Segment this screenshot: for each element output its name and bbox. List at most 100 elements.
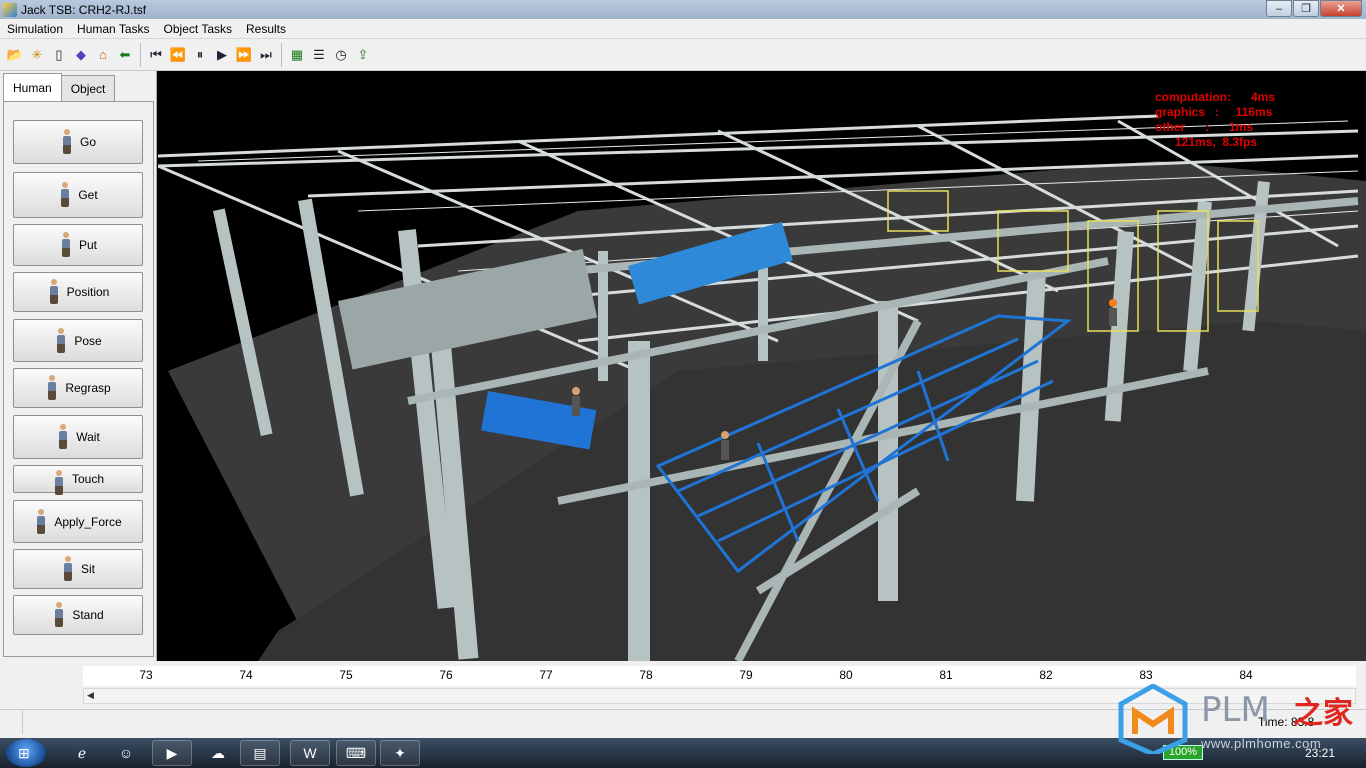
play-icon[interactable]: ▶ — [211, 43, 233, 67]
skip-to-start-icon[interactable]: ⏮ — [145, 43, 167, 67]
timeline-ruler[interactable]: 73 74 75 76 77 78 79 80 81 82 83 84 — [83, 666, 1356, 686]
toolbar-separator — [281, 42, 282, 67]
cmd-icon[interactable]: ⌨ — [336, 740, 376, 766]
go-button[interactable]: Go — [13, 120, 143, 164]
maximize-button[interactable]: ❐ — [1293, 0, 1319, 17]
media-icon[interactable]: ▶ — [152, 740, 192, 766]
close-button[interactable]: ✕ — [1320, 0, 1362, 17]
menu-simulation[interactable]: Simulation — [0, 22, 70, 36]
report-icon[interactable]: ☰ — [308, 43, 330, 67]
walking-figure-icon — [60, 129, 74, 155]
clock-icon[interactable]: ◷ — [330, 43, 352, 67]
task-tabs: Human Object — [3, 73, 116, 101]
menu-results[interactable]: Results — [239, 22, 293, 36]
standing-figure-icon — [56, 424, 70, 450]
position-label: Position — [66, 285, 110, 299]
tick-label: 78 — [639, 668, 653, 682]
standing-figure-icon — [52, 602, 66, 628]
plm-watermark: PLM 之家 www.plmhome.com — [1113, 684, 1366, 756]
stat-total: 121ms, 8.3fps — [1175, 135, 1258, 149]
task-panel: Human Object Go Get Put Position Pose Re… — [0, 71, 157, 661]
stand-button[interactable]: Stand — [13, 595, 143, 635]
tick-label: 73 — [139, 668, 153, 682]
tick-label: 74 — [239, 668, 253, 682]
wait-label: Wait — [76, 430, 100, 444]
open-folder-icon[interactable]: 📂 — [4, 43, 26, 67]
put-button[interactable]: Put — [13, 224, 143, 266]
regrasp-button[interactable]: Regrasp — [13, 368, 143, 408]
windows-logo-icon: ⊞ — [18, 745, 30, 761]
sit-label: Sit — [80, 562, 95, 576]
watermark-brand: PLM — [1201, 690, 1270, 730]
tick-label: 84 — [1239, 668, 1253, 682]
sit-button[interactable]: Sit — [13, 549, 143, 589]
cube-icon[interactable]: ◆ — [70, 43, 92, 67]
touch-label: Touch — [71, 472, 105, 486]
finder-icon[interactable]: ☺ — [106, 740, 146, 766]
blank-page-icon[interactable]: ▯ — [48, 43, 70, 67]
tick-label: 79 — [739, 668, 753, 682]
hand-grasp-icon — [45, 375, 59, 401]
jack-icon[interactable]: ✦ — [380, 740, 420, 766]
house-icon[interactable]: ⌂ — [92, 43, 114, 67]
toolbar-separator — [140, 42, 141, 67]
new-icon[interactable]: ✳ — [26, 43, 48, 67]
menu-object-tasks[interactable]: Object Tasks — [157, 22, 239, 36]
apply-force-button[interactable]: Apply_Force — [13, 500, 143, 543]
3d-viewport[interactable]: computation: 4ms graphics : 116ms other : … — [158, 71, 1366, 661]
word-icon[interactable]: W — [290, 740, 330, 766]
start-button[interactable]: ⊞ — [6, 739, 46, 767]
export-icon[interactable]: ⇪ — [352, 43, 374, 67]
stat-graphics: graphics : 116ms — [1155, 105, 1273, 119]
get-button[interactable]: Get — [13, 172, 143, 218]
wait-button[interactable]: Wait — [13, 415, 143, 459]
status-divider — [22, 710, 23, 734]
positioning-figure-icon — [47, 279, 61, 305]
plm-logo-icon — [1118, 684, 1188, 754]
tick-label: 80 — [839, 668, 853, 682]
fast-forward-icon[interactable]: ⏩ — [233, 43, 255, 67]
toolbar: 📂 ✳ ▯ ◆ ⌂ ⬅ ⏮ ⏪ ⏸ ▶ ⏩ ⏭ ▦ ☰ ◷ ⇪ — [0, 39, 1366, 71]
go-label: Go — [79, 135, 96, 149]
sitting-figure-icon — [61, 556, 75, 582]
position-button[interactable]: Position — [13, 272, 143, 312]
watermark-suffix: 之家 — [1293, 697, 1353, 730]
hand-touch-icon — [52, 470, 66, 495]
placing-figure-icon — [59, 232, 73, 258]
scroll-left-icon[interactable]: ◀ — [87, 690, 94, 701]
touch-button[interactable]: Touch — [13, 465, 143, 495]
tick-label: 76 — [439, 668, 453, 682]
explorer-icon[interactable]: ▤ — [240, 740, 280, 766]
back-arrow-icon[interactable]: ⬅ — [114, 43, 136, 67]
stat-computation: computation: 4ms — [1155, 90, 1276, 104]
tab-human[interactable]: Human — [3, 73, 62, 101]
rewind-icon[interactable]: ⏪ — [167, 43, 189, 67]
chart-icon[interactable]: ▦ — [286, 43, 308, 67]
tab-object[interactable]: Object — [60, 75, 116, 101]
human-task-list: Go Get Put Position Pose Regrasp Wait To… — [3, 101, 154, 657]
ie-icon[interactable]: ℯ — [62, 740, 102, 766]
tick-label: 77 — [539, 668, 553, 682]
apply-force-label: Apply_Force — [54, 514, 122, 529]
put-label: Put — [78, 238, 97, 252]
tick-label: 75 — [339, 668, 353, 682]
network-icon[interactable]: ☁ — [198, 740, 238, 766]
stand-label: Stand — [72, 608, 104, 622]
menu-human-tasks[interactable]: Human Tasks — [70, 22, 156, 36]
skip-to-end-icon[interactable]: ⏭ — [255, 43, 277, 67]
watermark-url: www.plmhome.com — [1201, 736, 1322, 751]
minimize-button[interactable]: – — [1266, 0, 1292, 17]
regrasp-label: Regrasp — [65, 381, 111, 395]
performance-stats: computation: 4ms graphics : 116ms other : … — [1155, 90, 1275, 150]
jack-app-icon — [3, 2, 17, 17]
pose-label: Pose — [74, 333, 102, 348]
get-label: Get — [78, 188, 98, 202]
pause-icon[interactable]: ⏸ — [189, 43, 211, 67]
window-title: Jack TSB: CRH2-RJ.tsf — [21, 2, 147, 17]
tick-label: 82 — [1039, 668, 1053, 682]
stat-other: other : 1ms — [1155, 120, 1254, 134]
tick-label: 81 — [939, 668, 953, 682]
pushing-figure-icon — [34, 508, 48, 535]
pose-button[interactable]: Pose — [13, 319, 143, 362]
tick-label: 83 — [1139, 668, 1153, 682]
